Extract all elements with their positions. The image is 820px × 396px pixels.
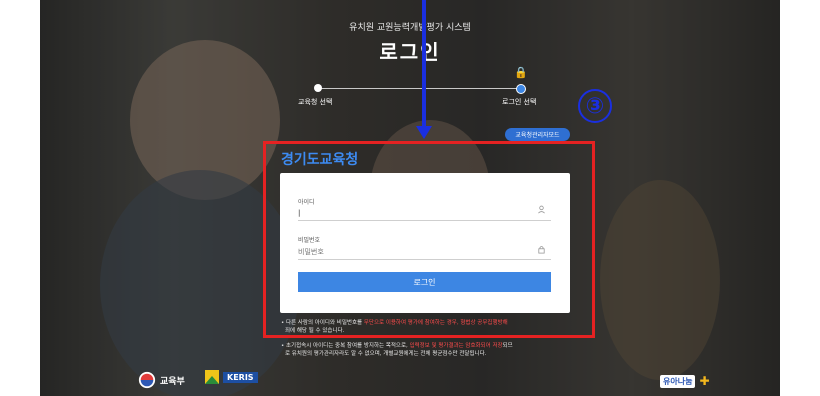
id-label: 아이디 bbox=[298, 199, 315, 206]
moe-label: 교육부 bbox=[160, 376, 185, 387]
notice-text: • 초기접속시 아이디는 중복 참여를 방지하는 목적으로, bbox=[281, 343, 410, 349]
system-subtitle: 유치원 교원능력개발평가 시스템 bbox=[349, 23, 471, 33]
moe-logo: 교육부 bbox=[138, 371, 185, 389]
id-field[interactable] bbox=[298, 206, 551, 221]
right-logo: 유아나눔 ✚ bbox=[660, 374, 710, 388]
notice-line-2: • 초기접속시 아이디는 중복 참여를 방지하는 목적으로, 입력정보 및 평가… bbox=[281, 342, 591, 350]
keris-logo: KERIS bbox=[205, 370, 258, 384]
annotation-arrow bbox=[422, 0, 426, 128]
notice-text: 되므 bbox=[502, 343, 513, 349]
notice-warning-text: 무단으로 이용하여 평가에 참여하는 경우, 형법상 공무집행방해 bbox=[363, 320, 508, 326]
page: 유치원 교원능력개발평가 시스템 로그인 교육청 선택 🔒 로그인 선택 ③ 교… bbox=[0, 0, 820, 396]
step-progress-line bbox=[318, 88, 520, 89]
step-label-1: 교육청 선택 bbox=[298, 98, 333, 106]
keris-emblem-icon bbox=[205, 370, 219, 384]
right-logo-label: 유아나눔 bbox=[660, 374, 696, 388]
lock-step-icon: 🔒 bbox=[514, 66, 528, 79]
notice-line-3: 로 유치원의 평가관리자라도 알 수 없으며, 개별교원에게는 전체 평균점수만… bbox=[285, 351, 487, 357]
user-icon bbox=[537, 205, 546, 216]
notice-warning-text: 입력정보 및 평가결과는 암호화되어 저장 bbox=[409, 343, 503, 349]
step-dot-1 bbox=[314, 84, 322, 92]
notice-text: • 다른 사람의 아이디와 비밀번호를 bbox=[281, 320, 364, 326]
page-title: 로그인 bbox=[379, 40, 441, 64]
annotation-arrow-head bbox=[416, 126, 432, 139]
moe-emblem-icon bbox=[138, 371, 156, 389]
login-button[interactable]: 로그인 bbox=[298, 272, 551, 292]
step-label-2: 로그인 선택 bbox=[502, 98, 537, 106]
keris-label: KERIS bbox=[223, 371, 258, 383]
notice-line-1: • 다른 사람의 아이디와 비밀번호를 무단으로 이용하여 평가에 참여하는 경… bbox=[281, 319, 591, 327]
lock-icon bbox=[537, 245, 546, 256]
plus-icon: ✚ bbox=[699, 374, 710, 388]
annotation-step-number: ③ bbox=[578, 89, 612, 123]
org-title: 경기도교육청 bbox=[281, 152, 359, 168]
notice-line-1b: 죄에 해당 될 수 있습니다. bbox=[285, 328, 345, 334]
admin-mode-button[interactable]: 교육청관리자모드 bbox=[505, 128, 570, 141]
step-dot-2 bbox=[516, 84, 526, 94]
login-panel: 아이디 비밀번호 로그인 bbox=[280, 173, 570, 313]
password-label: 비밀번호 bbox=[298, 237, 321, 244]
password-field[interactable] bbox=[298, 245, 551, 260]
